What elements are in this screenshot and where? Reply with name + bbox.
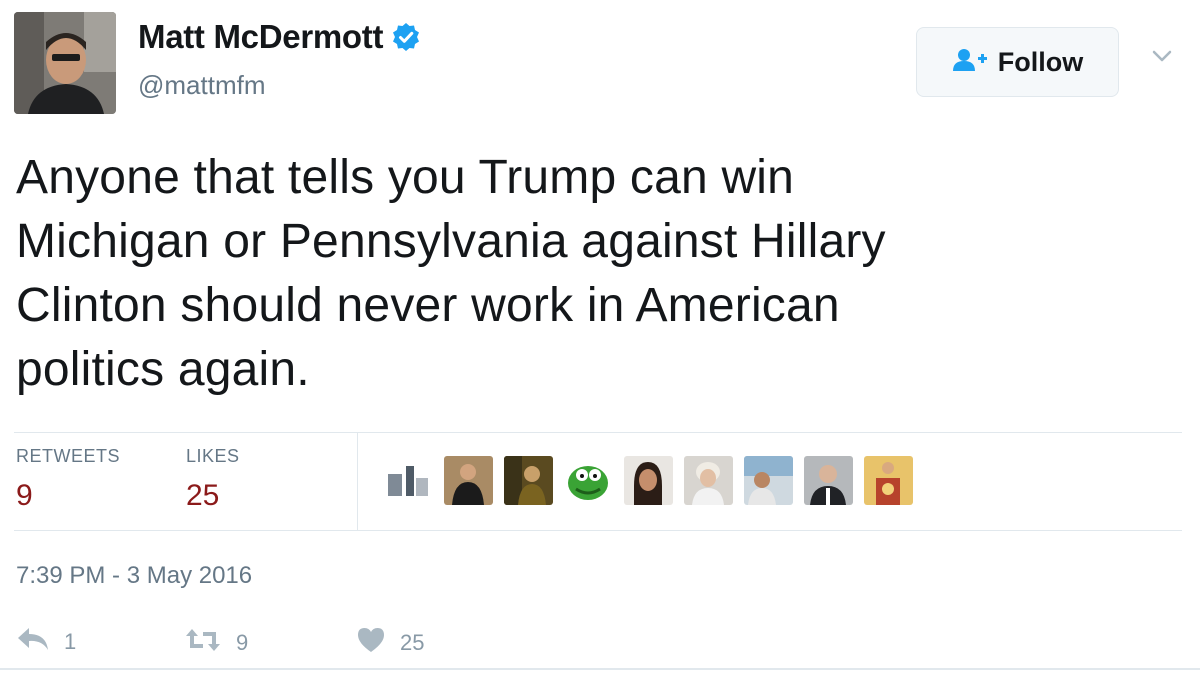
reply-count: 1 xyxy=(64,628,77,654)
retweets-label: RETWEETS xyxy=(16,446,121,466)
tweet-text: Anyone that tells you Trump can win Mich… xyxy=(16,146,1136,402)
display-name[interactable]: Matt McDermott xyxy=(138,18,383,56)
likes-stat[interactable]: LIKES 25 xyxy=(186,446,240,513)
reply-icon xyxy=(16,626,50,657)
like-count: 25 xyxy=(400,629,425,655)
liker-avatar[interactable] xyxy=(804,456,853,505)
liker-avatar[interactable] xyxy=(504,456,553,505)
liker-avatar[interactable] xyxy=(684,456,733,505)
follow-button-label: Follow xyxy=(997,46,1084,77)
retweet-count: 9 xyxy=(236,629,249,655)
tweet-text-line: politics again. xyxy=(16,343,310,396)
like-button[interactable]: 25 xyxy=(356,626,424,659)
retweets-count: 9 xyxy=(16,479,33,512)
liker-avatars xyxy=(384,456,913,505)
avatar-image xyxy=(14,12,116,114)
retweet-icon xyxy=(184,626,222,659)
tweet-bottom-border xyxy=(0,668,1200,670)
tweet-text-line: Michigan or Pennsylvania against Hillary xyxy=(16,215,886,268)
stats-separator xyxy=(357,432,358,530)
tweet-stats: RETWEETS 9 LIKES 25 xyxy=(0,432,1200,530)
liker-avatar[interactable] xyxy=(384,456,433,505)
liker-avatar[interactable] xyxy=(744,456,793,505)
user-name-row[interactable]: Matt McDermott xyxy=(138,18,421,56)
tweet-text-line: Clinton should never work in American xyxy=(16,279,840,332)
retweet-button[interactable]: 9 xyxy=(184,626,248,659)
liker-avatar[interactable] xyxy=(624,456,673,505)
add-user-icon xyxy=(952,48,988,77)
heart-icon xyxy=(356,626,386,659)
verified-badge-icon xyxy=(391,22,421,52)
avatar[interactable] xyxy=(14,12,116,114)
likes-label: LIKES xyxy=(186,446,240,466)
tweet-actions: 1 9 25 xyxy=(0,620,1200,668)
tweet-text-line: Anyone that tells you Trump can win xyxy=(16,151,795,204)
liker-avatar[interactable] xyxy=(564,456,613,505)
user-handle[interactable]: @mattmfm xyxy=(138,70,266,101)
follow-button[interactable]: Follow xyxy=(916,27,1119,97)
retweets-stat[interactable]: RETWEETS 9 xyxy=(16,446,120,513)
stats-bottom-divider xyxy=(14,530,1182,531)
reply-button[interactable]: 1 xyxy=(16,626,76,657)
liker-avatar[interactable] xyxy=(444,456,493,505)
chevron-down-icon[interactable] xyxy=(1150,44,1174,68)
tweet-card: Matt McDermott @mattmfm Follow Anyone th… xyxy=(0,0,1200,675)
liker-avatar[interactable] xyxy=(864,456,913,505)
tweet-timestamp[interactable]: 7:39 PM - 3 May 2016 xyxy=(16,562,252,590)
likes-count: 25 xyxy=(186,479,220,512)
